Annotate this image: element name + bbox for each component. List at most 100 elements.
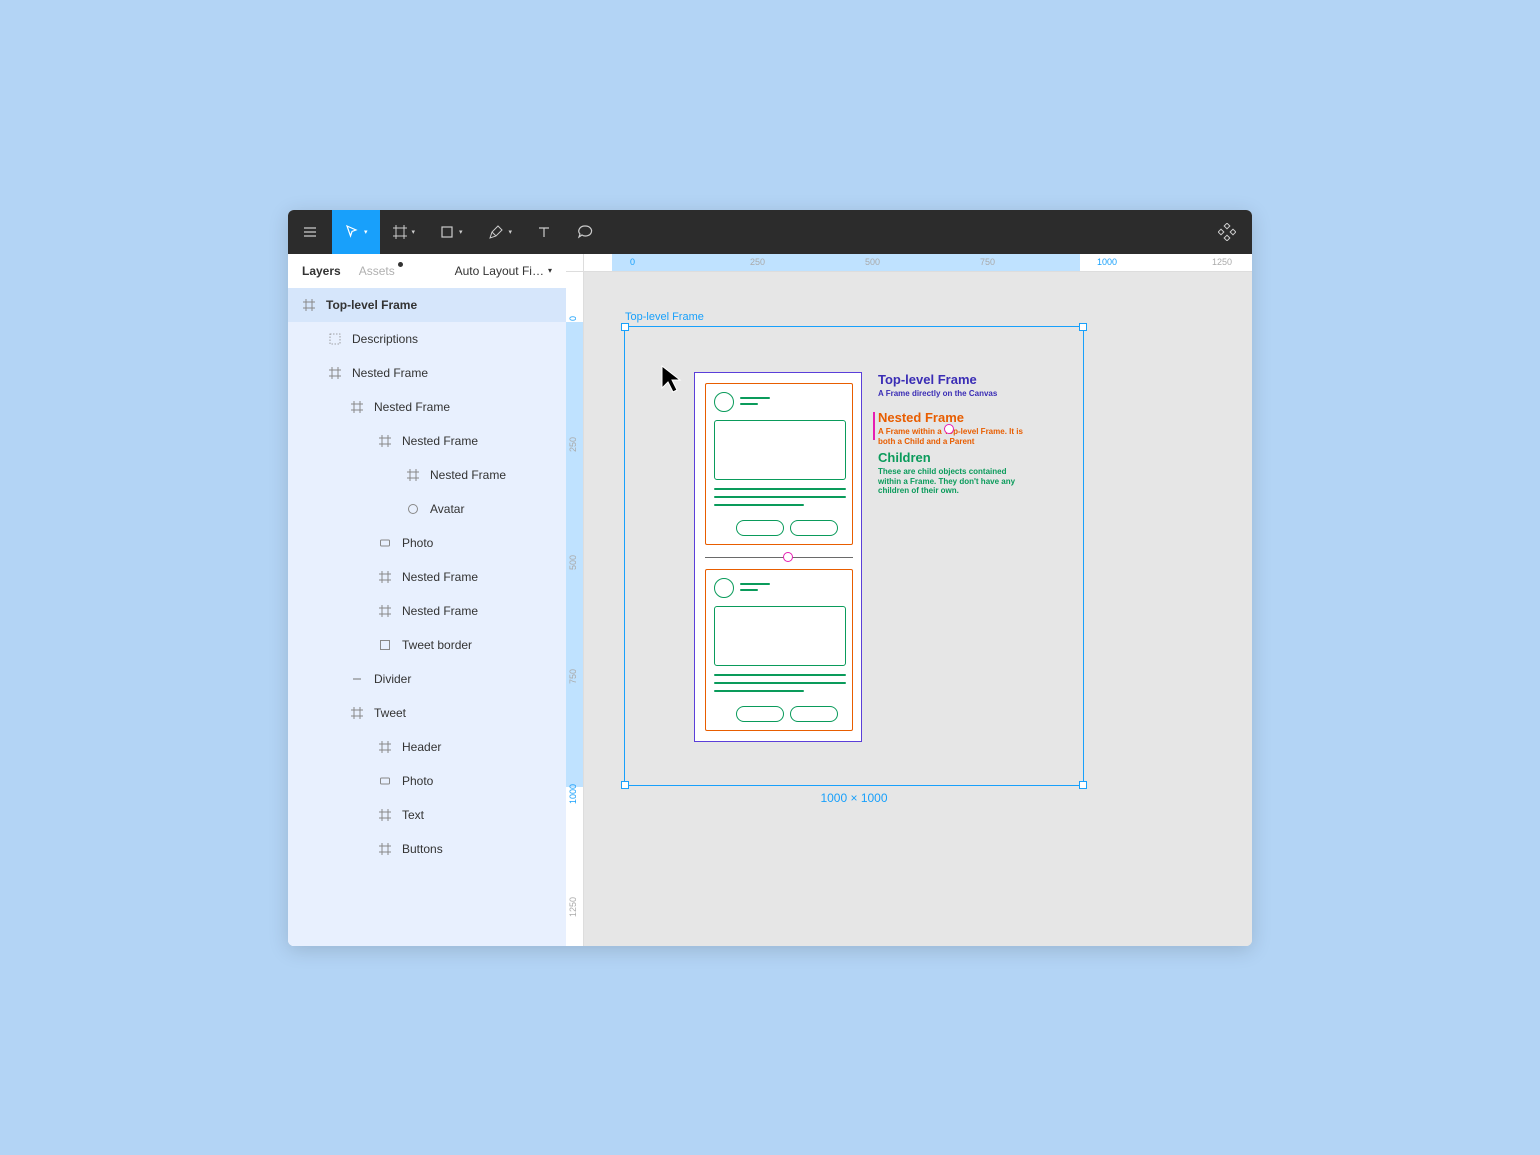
mockup-button[interactable] (790, 706, 838, 722)
comment-tool[interactable] (564, 210, 606, 254)
annotation-children: Children These are child objects contain… (878, 450, 1028, 496)
ruler-tick: 1250 (1212, 257, 1232, 267)
chevron-down-icon: ▾ (364, 228, 368, 236)
page-selector-label: Auto Layout Fi… (455, 264, 544, 278)
layer-row[interactable]: Divider (288, 662, 566, 696)
frame-icon (328, 366, 342, 380)
ruler-tick: 1000 (568, 784, 578, 804)
group-dots-icon (328, 332, 342, 346)
ruler-tick: 750 (980, 257, 995, 267)
unread-dot-icon (398, 262, 403, 267)
layer-row[interactable]: Tweet border (288, 628, 566, 662)
page-selector[interactable]: Auto Layout Fi… ▾ (455, 264, 552, 278)
layer-label: Nested Frame (402, 570, 478, 584)
ruler-corner (566, 254, 584, 272)
layer-row[interactable]: Photo (288, 764, 566, 798)
frame-icon (392, 224, 408, 240)
rect-icon (378, 774, 392, 788)
pen-tool[interactable]: ▾ (475, 210, 525, 254)
mockup-line (714, 488, 846, 490)
layer-label: Photo (402, 774, 433, 788)
ruler-tick: 500 (865, 257, 880, 267)
selection-dimensions: 1000 × 1000 (820, 791, 887, 805)
mockup-photo[interactable] (714, 606, 846, 666)
mockup-button[interactable] (736, 706, 784, 722)
mockup-card-1[interactable] (705, 383, 853, 545)
resize-handle-ne[interactable] (1079, 323, 1087, 331)
pen-icon (487, 223, 505, 241)
mockup-line (714, 682, 846, 684)
resize-handle-sw[interactable] (621, 781, 629, 789)
layer-row[interactable]: Descriptions (288, 322, 566, 356)
mockup-avatar[interactable] (714, 392, 734, 412)
comment-icon (576, 223, 594, 241)
layer-label: Photo (402, 536, 433, 550)
mockup-line (740, 397, 770, 399)
resize-handle-nw[interactable] (621, 323, 629, 331)
resize-handle-se[interactable] (1079, 781, 1087, 789)
layer-row[interactable]: Nested Frame (288, 594, 566, 628)
layer-row[interactable]: Nested Frame (288, 390, 566, 424)
cursor-icon (344, 224, 360, 240)
mockup-button[interactable] (736, 520, 784, 536)
layer-row[interactable]: Nested Frame (288, 458, 566, 492)
mockup-line (740, 589, 758, 591)
components-button[interactable] (1202, 210, 1252, 254)
layer-label: Nested Frame (430, 468, 506, 482)
text-tool[interactable] (524, 210, 564, 254)
layer-tree[interactable]: Top-level FrameDescriptionsNested FrameN… (288, 288, 566, 946)
layer-label: Descriptions (352, 332, 418, 346)
canvas-area: 025050075010001250 025050075010001250 To… (566, 254, 1252, 946)
ruler-tick: 1000 (1097, 257, 1117, 267)
annotation-connector (873, 412, 875, 440)
shape-tool[interactable]: ▾ (427, 210, 475, 254)
layer-label: Tweet (374, 706, 406, 720)
ruler-tick: 750 (568, 669, 578, 684)
ruler-vertical[interactable]: 025050075010001250 (566, 272, 584, 946)
layer-row[interactable]: Nested Frame (288, 560, 566, 594)
menu-button[interactable] (288, 210, 332, 254)
layer-row[interactable]: Avatar (288, 492, 566, 526)
layer-label: Nested Frame (402, 604, 478, 618)
text-icon (536, 224, 552, 240)
annotation-top-frame: Top-level Frame A Frame directly on the … (878, 372, 1028, 399)
ruler-tick: 0 (630, 257, 635, 267)
ruler-tick: 500 (568, 555, 578, 570)
frame-icon (350, 400, 364, 414)
mockup-button[interactable] (790, 520, 838, 536)
ruler-tick: 0 (568, 316, 578, 321)
ruler-horizontal[interactable]: 025050075010001250 (584, 254, 1252, 272)
frame-icon (378, 434, 392, 448)
mockup-line (714, 690, 804, 692)
layer-row[interactable]: Tweet (288, 696, 566, 730)
frame-tool[interactable]: ▾ (380, 210, 428, 254)
layer-label: Avatar (430, 502, 464, 516)
mockup-divider (705, 557, 853, 559)
cursor-icon (660, 364, 686, 399)
layer-row[interactable]: Buttons (288, 832, 566, 866)
frame-icon (378, 604, 392, 618)
minus-icon (350, 672, 364, 686)
canvas[interactable]: Top-level Frame 1000 × 1000 (584, 272, 1252, 946)
magnifier-dot-icon (783, 552, 793, 562)
layer-label: Text (402, 808, 424, 822)
mockup-avatar[interactable] (714, 578, 734, 598)
layer-row[interactable]: Header (288, 730, 566, 764)
frame-icon (378, 570, 392, 584)
layer-row[interactable]: Nested Frame (288, 356, 566, 390)
mockup-top-frame[interactable] (694, 372, 862, 742)
layer-row[interactable]: Text (288, 798, 566, 832)
layer-row[interactable]: Photo (288, 526, 566, 560)
layer-row[interactable]: Top-level Frame (288, 288, 566, 322)
layer-label: Top-level Frame (326, 298, 417, 312)
sidebar: Layers Assets Auto Layout Fi… ▾ Top-leve… (288, 254, 566, 946)
mockup-photo[interactable] (714, 420, 846, 480)
tab-assets[interactable]: Assets (359, 264, 395, 278)
chevron-down-icon: ▾ (412, 228, 416, 236)
tab-layers[interactable]: Layers (302, 264, 341, 278)
chevron-down-icon: ▾ (548, 266, 552, 275)
move-tool[interactable]: ▾ (332, 210, 380, 254)
layer-row[interactable]: Nested Frame (288, 424, 566, 458)
mockup-card-2[interactable] (705, 569, 853, 731)
annotation-title: Children (878, 450, 1028, 466)
